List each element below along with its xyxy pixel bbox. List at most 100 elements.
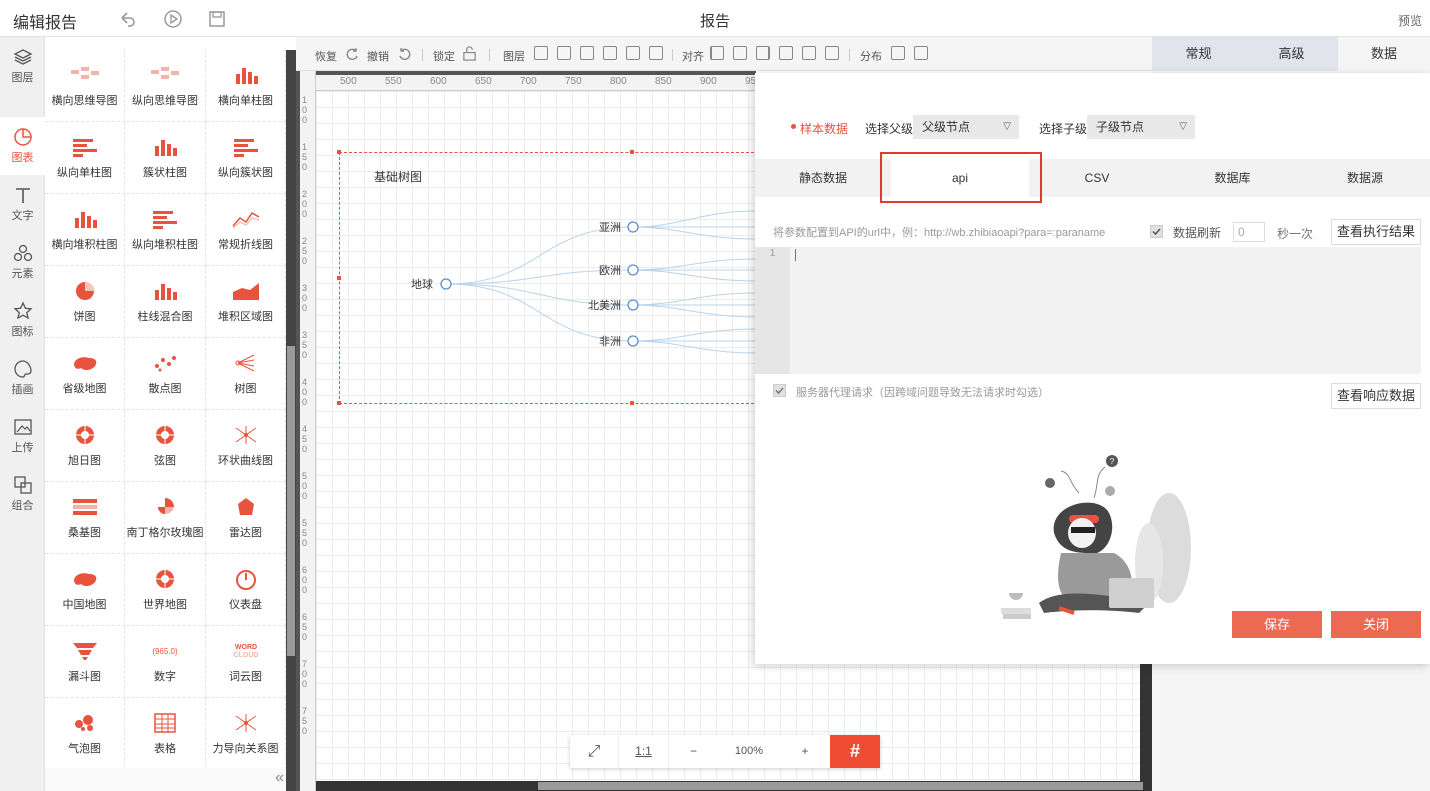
palette-item-scatter[interactable]: 散点图 [125, 338, 206, 410]
palette-item-ring-curve[interactable]: 环状曲线图 [206, 410, 286, 482]
palette-item-bubble[interactable]: 气泡图 [45, 698, 125, 770]
layer-top-icon[interactable] [580, 46, 594, 60]
palette-item-bar-v-single[interactable]: 纵向单柱图 [45, 122, 125, 194]
lock-button[interactable]: 锁定 [433, 48, 455, 64]
redo-button[interactable]: 恢复 [315, 48, 337, 64]
view-result-button[interactable]: 查看执行结果 [1331, 219, 1421, 245]
palette-item-bar-h-single[interactable]: 横向单柱图 [206, 50, 286, 122]
tab-datasource[interactable]: 数据源 [1300, 159, 1430, 197]
palette-item-area[interactable]: 堆积区域图 [206, 266, 286, 338]
scroll-thumb[interactable] [538, 782, 1143, 790]
palette-item-label: 漏斗图 [68, 671, 101, 683]
parent-select[interactable]: 父级节点 ▽ [913, 115, 1019, 139]
tab-general[interactable]: 常规 [1152, 37, 1245, 71]
palette-item-china-map[interactable]: 中国地图 [45, 554, 125, 626]
palette-item-wordcloud[interactable]: WORD CLOUD 词云图 [206, 626, 286, 698]
layer-button[interactable]: 图层 [503, 48, 525, 64]
tab-database[interactable]: 数据库 [1165, 159, 1300, 197]
palette-item-line[interactable]: 常规折线图 [206, 194, 286, 266]
top-bar: 编辑报告 报告 预览 [0, 0, 1430, 37]
nav-item-charts[interactable]: 图表 [0, 117, 45, 175]
distribute-vertical-icon[interactable] [914, 46, 928, 60]
collapse-icon[interactable]: « [275, 769, 284, 787]
palette-item-label: 饼图 [73, 311, 96, 323]
align-center-icon[interactable] [733, 46, 747, 60]
view-response-button[interactable]: 查看响应数据 [1331, 383, 1421, 409]
grid-toggle-button[interactable]: # [830, 735, 880, 768]
fit-screen-button[interactable]: ⤢ [570, 735, 618, 768]
canvas-horizontal-scrollbar[interactable] [316, 781, 1143, 791]
tree-link [632, 292, 757, 306]
play-icon[interactable] [163, 9, 183, 29]
align-top-icon[interactable] [779, 46, 793, 60]
undo-icon[interactable] [397, 46, 413, 62]
nav-item-illustrations[interactable]: 插画 [0, 349, 45, 407]
palette-item-cluster-v[interactable]: 纵向簇状图 [206, 122, 286, 194]
layer-down-icon[interactable] [557, 46, 571, 60]
undo-icon[interactable] [118, 9, 138, 29]
align-button[interactable]: 对齐 [682, 48, 704, 64]
palette-item-sunburst[interactable]: 旭日图 [45, 410, 125, 482]
refresh-interval-input[interactable] [1233, 222, 1265, 242]
nav-item-group[interactable]: 组合 [0, 465, 45, 523]
nav-item-upload[interactable]: 上传 [0, 407, 45, 465]
align-bottom-icon[interactable] [825, 46, 839, 60]
tab-advanced[interactable]: 高级 [1245, 37, 1338, 71]
tab-static-data[interactable]: 静态数据 [755, 159, 891, 197]
palette-item-pie[interactable]: 饼图 [45, 266, 125, 338]
lock-icon[interactable] [462, 46, 477, 61]
nav-item-elements[interactable]: 元素 [0, 233, 45, 291]
palette-item-table[interactable]: 表格 [125, 698, 206, 770]
palette-item-bar-line[interactable]: 柱线混合图 [125, 266, 206, 338]
palette-item-force-graph[interactable]: 力导向关系图 [206, 698, 286, 770]
refresh-checkbox[interactable] [1150, 225, 1163, 238]
tab-csv[interactable]: CSV [1029, 159, 1165, 197]
redo-icon[interactable] [344, 46, 360, 62]
tab-data[interactable]: 数据 [1338, 37, 1430, 71]
zoom-out-button[interactable]: − [668, 735, 718, 768]
layer-up-icon[interactable] [534, 46, 548, 60]
nav-item-icons[interactable]: 图标 [0, 291, 45, 349]
layer-bottom-icon[interactable] [603, 46, 617, 60]
palette-item-mindmap-h[interactable]: 横向思维导图 [45, 50, 125, 122]
vertical-ruler: 100 150 200 250 300 350 400 450 500 550 600 650 700 7… [296, 71, 316, 791]
palette-item-gauge[interactable]: 仪表盘 [206, 554, 286, 626]
scroll-thumb[interactable] [287, 346, 295, 656]
parent-label: 选择父级 [865, 122, 914, 136]
align-right-icon[interactable] [756, 46, 770, 60]
save-icon[interactable] [207, 9, 227, 29]
delete-icon[interactable] [626, 46, 640, 60]
palette-item-chord[interactable]: 弦图 [125, 410, 206, 482]
palette-item-number[interactable]: (965.0) 数字 [125, 626, 206, 698]
distribute-horizontal-icon[interactable] [891, 46, 905, 60]
preview-button[interactable]: 预览 [1398, 12, 1422, 29]
palette-item-cluster-bar[interactable]: 簇状柱图 [125, 122, 206, 194]
palette-item-tree[interactable]: 树图 [206, 338, 286, 410]
close-button[interactable]: 关闭 [1331, 611, 1421, 638]
palette-item-label: 雷达图 [229, 527, 262, 539]
distribute-button[interactable]: 分布 [860, 48, 882, 64]
proxy-checkbox[interactable] [773, 384, 786, 397]
child-select[interactable]: 子级节点 ▽ [1087, 115, 1195, 139]
palette-item-sankey[interactable]: 桑基图 [45, 482, 125, 554]
nav-item-layers[interactable]: 图层 [0, 37, 45, 95]
palette-scrollbar[interactable] [286, 50, 296, 791]
palette-item-world-map[interactable]: 世界地图 [125, 554, 206, 626]
palette-item-funnel[interactable]: 漏斗图 [45, 626, 125, 698]
palette-item-stack-v[interactable]: 纵向堆积柱图 [125, 194, 206, 266]
nav-item-text[interactable]: 文字 [0, 175, 45, 233]
save-button[interactable]: 保存 [1232, 611, 1322, 638]
align-left-icon[interactable] [710, 46, 724, 60]
zoom-in-button[interactable]: + [780, 735, 830, 768]
api-code-editor[interactable]: 1 [755, 247, 1421, 374]
tree-chart-widget[interactable]: 基础树图 地球 亚洲 欧洲 北美洲 非洲 [337, 150, 759, 405]
copy-icon[interactable] [649, 46, 663, 60]
palette-item-stack-h[interactable]: 横向堆积柱图 [45, 194, 125, 266]
align-middle-icon[interactable] [802, 46, 816, 60]
palette-item-rose[interactable]: 南丁格尔玫瑰图 [125, 482, 206, 554]
undo-button[interactable]: 撤销 [367, 48, 389, 64]
palette-item-province-map[interactable]: 省级地图 [45, 338, 125, 410]
actual-size-button[interactable]: 1:1 [618, 735, 668, 768]
palette-item-radar[interactable]: 雷达图 [206, 482, 286, 554]
palette-item-mindmap-v[interactable]: 纵向思维导图 [125, 50, 206, 122]
